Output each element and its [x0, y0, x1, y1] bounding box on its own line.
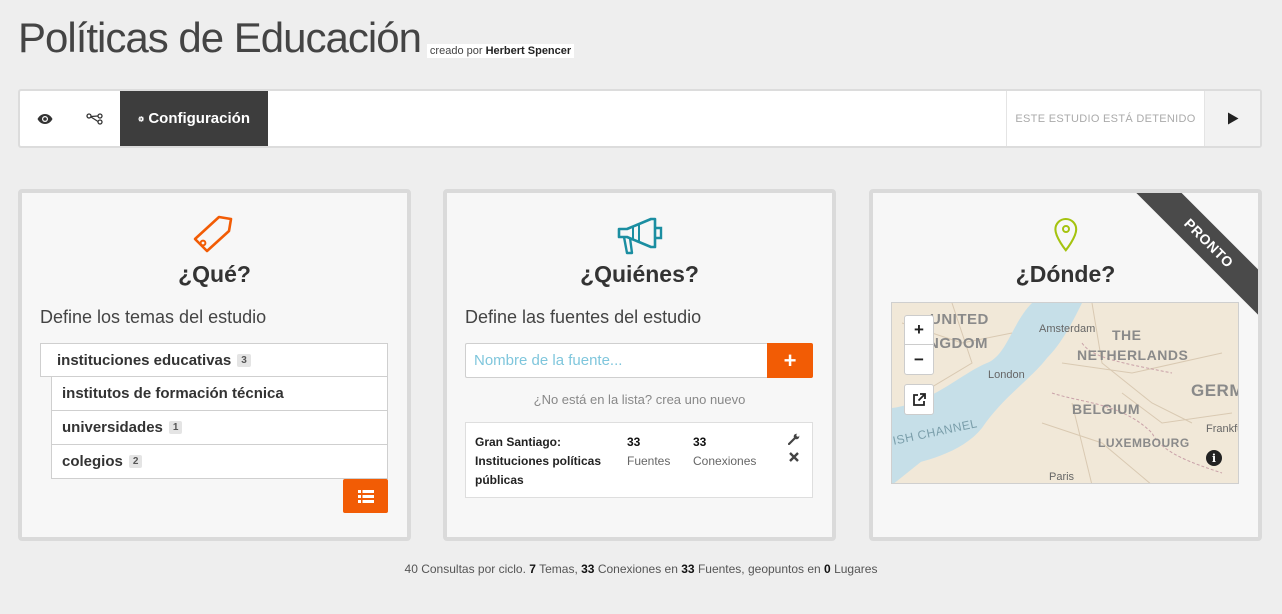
eye-icon	[37, 113, 53, 124]
map-label-uk: UNITED	[930, 311, 989, 328]
conexiones-label: Conexiones	[693, 454, 757, 468]
summary-fuentes-count: 33	[681, 562, 695, 576]
map-label-be: BELGIUM	[1072, 401, 1141, 417]
topic-count-badge: 1	[168, 421, 183, 434]
study-summary: 40 Consultas por ciclo. 7 Temas, 33 Cone…	[0, 562, 1282, 576]
open-map-button[interactable]	[905, 385, 933, 414]
add-source-button[interactable]: +	[767, 343, 813, 378]
que-card: ¿Qué? Define los temas del estudio insti…	[18, 189, 411, 541]
quienes-card: ¿Quiénes? Define las fuentes del estudio…	[443, 189, 836, 541]
map-label-uk: NGDOM	[928, 335, 988, 352]
summary-conexiones-label: Conexiones en	[597, 562, 678, 576]
source-actions	[788, 433, 800, 463]
zoom-out-button[interactable]: −	[905, 345, 933, 374]
topic-label: instituciones educativas	[57, 351, 232, 369]
quienes-heading: ¿Quiénes?	[580, 261, 699, 287]
source-conexiones-stat: 33 Conexiones	[693, 433, 756, 471]
config-tab[interactable]: Configuración	[120, 91, 268, 146]
byline-prefix: creado por	[429, 45, 483, 57]
topic-list: instituciones educativas 3 institutos de…	[40, 343, 388, 479]
create-source-link[interactable]: ¿No está en la lista? crea uno nuevo	[447, 392, 832, 407]
play-icon	[1227, 112, 1238, 125]
config-label: Configuración	[148, 110, 250, 127]
topic-list-button[interactable]	[343, 479, 388, 513]
donde-heading: ¿Dónde?	[1015, 261, 1116, 287]
que-subtitle: Define los temas del estudio	[40, 307, 267, 327]
summary-fuentes-label: Fuentes, geopuntos en	[697, 562, 821, 576]
source-name-line: Gran Santiago:	[475, 435, 562, 449]
map-pin-icon	[1053, 218, 1077, 252]
map-label-nl: NETHERLANDS	[1077, 347, 1189, 363]
fuentes-label: Fuentes	[627, 454, 671, 468]
list-icon	[357, 489, 374, 503]
close-icon[interactable]	[788, 451, 800, 463]
summary-temas-label: Temas,	[539, 562, 578, 576]
zoom-control: + −	[904, 315, 934, 375]
map-fullscreen-control	[904, 384, 934, 415]
que-icon-wrap	[22, 215, 407, 255]
map-city-amsterdam: Amsterdam	[1039, 323, 1096, 335]
topic-item[interactable]: universidades 1	[51, 411, 388, 445]
map-info-icon[interactable]: i	[1206, 450, 1222, 466]
summary-conexiones-count: 33	[581, 562, 595, 576]
map-city-london: London	[988, 369, 1025, 381]
topic-item[interactable]: colegios 2	[51, 445, 388, 479]
summary-lugares-label: Lugares	[834, 562, 878, 576]
study-toolbar: Configuración ESTE ESTUDIO ESTÁ DETENIDO	[18, 89, 1262, 148]
source-name[interactable]: Gran Santiago: Instituciones políticas p…	[475, 433, 615, 490]
que-heading: ¿Qué?	[178, 261, 251, 287]
network-button[interactable]	[70, 91, 120, 146]
map-city-paris: Paris	[1049, 471, 1075, 483]
view-button[interactable]	[20, 91, 70, 146]
map-view[interactable]: UNITED NGDOM THE NETHERLANDS BELGIUM GER…	[891, 302, 1239, 484]
source-name-line: Instituciones políticas	[475, 454, 602, 468]
donde-card: ¿Dónde? UNITED NGDOM THE NETHERLANDS BEL…	[869, 189, 1262, 541]
page-header: Políticas de Educación creado por Herber…	[18, 14, 575, 62]
byline: creado por Herbert Spencer	[426, 44, 575, 58]
topic-count-badge: 2	[128, 455, 143, 468]
summary-temas-count: 7	[529, 562, 536, 576]
page-title: Políticas de Educación	[18, 14, 422, 61]
quienes-subtitle: Define las fuentes del estudio	[465, 307, 702, 327]
source-fuentes-stat: 33 Fuentes	[627, 433, 670, 471]
external-link-icon	[913, 392, 926, 406]
map-city-frankfurt: Frankfu	[1206, 423, 1238, 435]
tag-icon	[193, 215, 232, 253]
wrench-icon[interactable]	[788, 433, 800, 445]
source-item: Gran Santiago: Instituciones políticas p…	[465, 422, 813, 498]
play-button[interactable]	[1204, 91, 1260, 146]
zoom-in-button[interactable]: +	[905, 316, 933, 345]
map-label-lu: LUXEMBOURG	[1098, 436, 1190, 450]
map-label-de: GERM	[1191, 381, 1239, 400]
topic-item[interactable]: institutos de formación técnica	[51, 377, 388, 411]
gear-icon	[138, 115, 145, 122]
source-name-line: públicas	[475, 473, 524, 487]
topic-label: institutos de formación técnica	[62, 385, 284, 402]
study-status: ESTE ESTUDIO ESTÁ DETENIDO	[1006, 91, 1204, 146]
summary-queries: 40 Consultas por ciclo.	[404, 562, 526, 576]
summary-lugares-count: 0	[824, 562, 831, 576]
topic-item[interactable]: instituciones educativas 3	[40, 343, 388, 377]
network-icon	[86, 112, 103, 125]
topic-count-badge: 3	[237, 353, 251, 367]
source-input[interactable]	[465, 343, 767, 378]
fuentes-count: 33	[627, 435, 641, 449]
author-link[interactable]: Herbert Spencer	[486, 45, 572, 57]
topic-label: colegios	[62, 453, 123, 470]
quienes-icon-wrap	[447, 215, 832, 257]
megaphone-icon	[617, 217, 662, 255]
source-search: +	[465, 343, 813, 378]
conexiones-count: 33	[693, 435, 707, 449]
map-label-nl: THE	[1112, 327, 1142, 343]
topic-label: universidades	[62, 419, 163, 436]
